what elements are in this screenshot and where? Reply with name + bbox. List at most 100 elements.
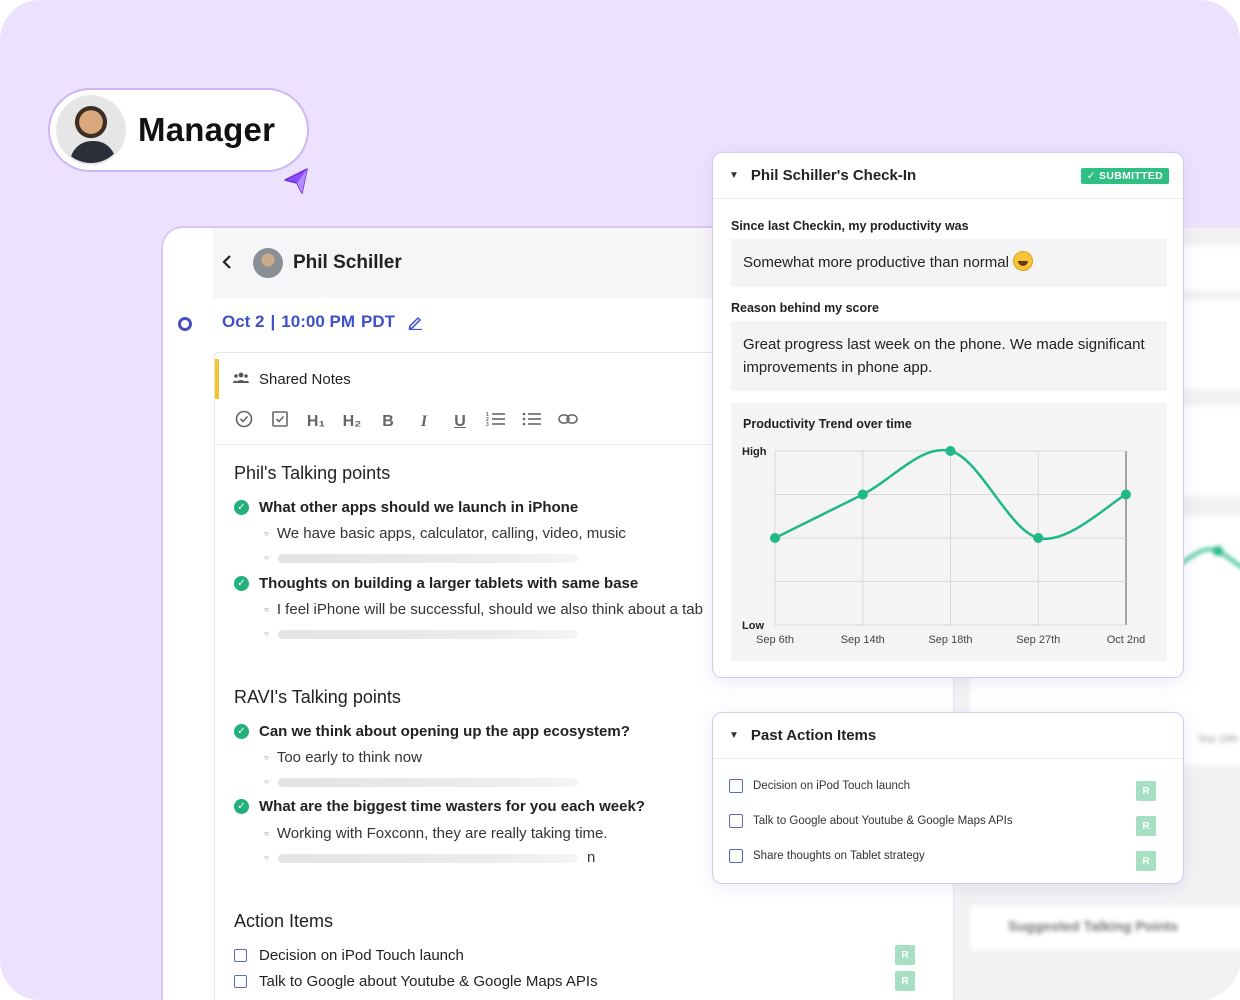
answer-box: Great progress last week on the phone. W… bbox=[731, 321, 1167, 391]
heading-1-icon[interactable]: H₁ bbox=[305, 413, 327, 431]
timeline-dot bbox=[178, 317, 192, 331]
past-action-item[interactable]: Share thoughts on Tablet strategy bbox=[729, 849, 925, 863]
blurred-note bbox=[278, 778, 578, 787]
talking-point-text: Thoughts on building a larger tablets wi… bbox=[259, 575, 639, 592]
avatar bbox=[253, 248, 283, 278]
caret-down-icon[interactable]: ▼ bbox=[729, 730, 739, 741]
checkin-title: Phil Schiller's Check-In bbox=[750, 167, 917, 184]
data-point bbox=[945, 446, 956, 456]
checkbox[interactable] bbox=[729, 814, 743, 828]
phil-section-title: Phil's Talking points bbox=[234, 463, 391, 483]
background-tick-label: Sep 18th bbox=[1198, 734, 1239, 745]
action-items-title: Action Items bbox=[234, 911, 334, 931]
underline-icon[interactable]: U bbox=[449, 413, 471, 431]
assignee-badge: R bbox=[1136, 851, 1156, 871]
shared-notes-title: Shared Notes bbox=[259, 370, 351, 388]
stage: Manager Suggested Talking Points Sep 18t… bbox=[0, 0, 1240, 1000]
past-action-text: Share thoughts on Tablet strategy bbox=[753, 850, 925, 862]
data-point bbox=[857, 489, 868, 500]
talking-point[interactable]: ✓ What other apps should we launch in iP… bbox=[234, 499, 578, 516]
x-tick-label: Sep 18th bbox=[928, 634, 972, 646]
past-action-items-header[interactable]: ▼ Past Action Items bbox=[713, 713, 1183, 759]
action-item[interactable]: Decision on iPod Touch launch bbox=[234, 947, 464, 964]
assignee-badge: R bbox=[1136, 781, 1156, 801]
y-tick-label-high: High bbox=[742, 446, 767, 458]
date-separator: | bbox=[270, 312, 276, 331]
check-icon[interactable]: ✓ bbox=[234, 576, 249, 591]
past-action-items-card: ▼ Past Action Items Decision on iPod Tou… bbox=[712, 712, 1184, 884]
empty-bullet: ○ bbox=[264, 553, 269, 562]
blurred-note bbox=[278, 554, 578, 563]
answer-box: Somewhat more productive than normal bbox=[731, 239, 1167, 287]
answer-text: Somewhat more productive than normal bbox=[743, 254, 1009, 271]
empty-bullet: ○ bbox=[264, 853, 269, 862]
manager-label: Manager bbox=[138, 111, 276, 148]
meeting-time: 10:00 PM bbox=[281, 312, 355, 331]
trend-chart-svg: High Low Sep 6th Sep 14th Sep 18th Sep 27th Oc… bbox=[742, 446, 1146, 646]
blurred-note bbox=[278, 630, 578, 639]
productivity-chart: Productivity Trend over time High Low Sep … bbox=[731, 403, 1167, 661]
bold-icon[interactable]: B bbox=[377, 413, 399, 431]
question-label: Since last Checkin, my productivity was bbox=[731, 219, 969, 233]
empty-bullet: ○ bbox=[264, 629, 269, 638]
checkbox-icon[interactable] bbox=[269, 410, 291, 433]
y-tick-label-low: Low bbox=[742, 620, 764, 632]
talking-point-text: What other apps should we launch in iPho… bbox=[259, 499, 579, 516]
people-icon bbox=[233, 371, 249, 387]
pencil-icon[interactable] bbox=[407, 314, 423, 330]
talking-point[interactable]: ✓ What are the biggest time wasters for … bbox=[234, 798, 645, 815]
manager-pill: Manager bbox=[48, 88, 309, 172]
past-action-items-title: Past Action Items bbox=[750, 727, 877, 744]
action-item[interactable]: Talk to Google about Youtube & Google Ma… bbox=[234, 973, 598, 990]
checkbox[interactable] bbox=[729, 849, 743, 863]
grinning-face-icon bbox=[1013, 251, 1034, 272]
meeting-header: Phil Schiller bbox=[213, 228, 753, 298]
check-icon[interactable]: ✓ bbox=[234, 500, 249, 515]
checkin-header[interactable]: ▼ Phil Schiller's Check-In ✓ SUBMITTED bbox=[713, 153, 1183, 199]
x-tick-label: Sep 27th bbox=[1016, 634, 1060, 646]
italic-icon[interactable]: I bbox=[413, 413, 435, 431]
bullet-list-icon[interactable] bbox=[521, 411, 543, 432]
checkbox[interactable] bbox=[234, 975, 247, 988]
check-icon[interactable]: ✓ bbox=[234, 724, 249, 739]
chevron-left-icon[interactable] bbox=[221, 252, 243, 275]
checkbox[interactable] bbox=[729, 779, 743, 793]
data-point bbox=[1121, 489, 1131, 500]
talking-point-text: What are the biggest time wasters for yo… bbox=[259, 798, 645, 815]
talking-point[interactable]: ✓ Can we think about opening up the app … bbox=[234, 723, 630, 740]
meeting-date: Oct 2 bbox=[222, 312, 265, 331]
svg-text:3: 3 bbox=[486, 422, 489, 427]
meeting-timezone: PDT bbox=[361, 312, 395, 331]
empty-bullet: ○ bbox=[264, 777, 269, 786]
ravi-section-title: RAVI's Talking points bbox=[234, 687, 401, 707]
meeting-datetime[interactable]: Oct 2 | 10:00 PM PDT bbox=[222, 312, 423, 332]
checkin-card: ▼ Phil Schiller's Check-In ✓ SUBMITTED S… bbox=[712, 152, 1184, 678]
assignee-badge: R bbox=[895, 971, 915, 991]
talking-point-note: ○ We have basic apps, calculator, calling… bbox=[264, 525, 626, 542]
past-action-item[interactable]: Decision on iPod Touch launch bbox=[729, 779, 910, 793]
x-tick-label: Sep 6th bbox=[756, 634, 794, 646]
background-suggested-label: Suggested Talking Points bbox=[1008, 918, 1179, 934]
x-tick-label: Oct 2nd bbox=[1107, 634, 1146, 646]
talking-point-note: ○ Too early to think now bbox=[264, 749, 422, 766]
check-circle-icon[interactable] bbox=[233, 410, 255, 433]
ordered-list-icon[interactable]: 123 bbox=[485, 411, 507, 432]
talking-point-note-text: Working with Foxconn, they are really ta… bbox=[276, 825, 608, 842]
checkbox[interactable] bbox=[234, 949, 247, 962]
question-label: Reason behind my score bbox=[731, 301, 879, 315]
heading-2-icon[interactable]: H₂ bbox=[341, 413, 363, 431]
talking-point-note: ○ I feel iPhone will be successful, shoul… bbox=[264, 601, 703, 618]
talking-point-note-text: Too early to think now bbox=[276, 749, 422, 766]
check-icon[interactable]: ✓ bbox=[234, 799, 249, 814]
assignee-badge: R bbox=[895, 945, 915, 965]
talking-point[interactable]: ✓ Thoughts on building a larger tablets … bbox=[234, 575, 638, 592]
assignee-badge: R bbox=[1136, 816, 1156, 836]
data-point bbox=[1033, 533, 1044, 543]
talking-point-text: Can we think about opening up the app ec… bbox=[259, 723, 630, 740]
x-tick-label: Sep 14th bbox=[841, 634, 885, 646]
link-icon[interactable] bbox=[557, 412, 579, 431]
caret-down-icon[interactable]: ▼ bbox=[729, 170, 739, 181]
past-action-item[interactable]: Talk to Google about Youtube & Google Ma… bbox=[729, 814, 1013, 828]
blurred-note bbox=[278, 854, 578, 863]
action-item-text: Talk to Google about Youtube & Google Ma… bbox=[259, 973, 598, 990]
